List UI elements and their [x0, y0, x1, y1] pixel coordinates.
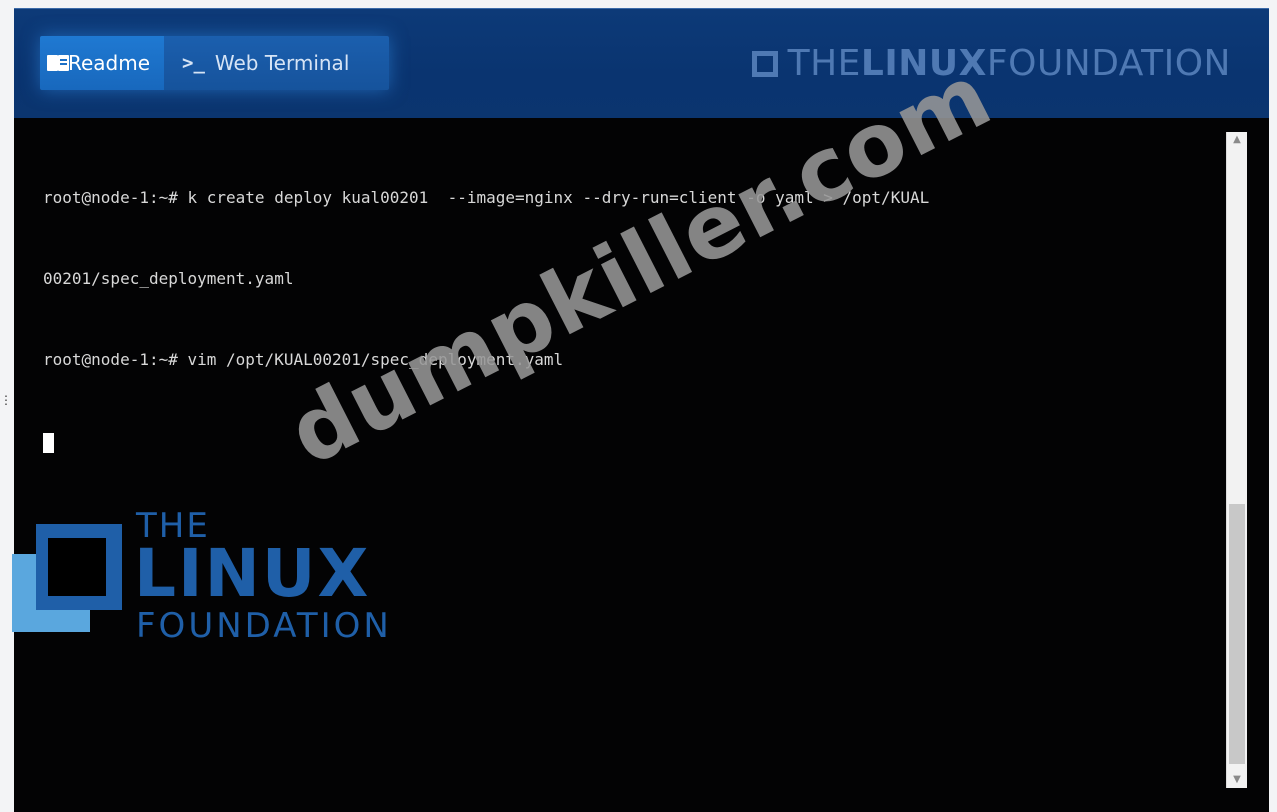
linux-foundation-brand: THE LINUX FOUNDATION	[751, 43, 1231, 84]
terminal-line: root@node-1:~# vim /opt/KUAL00201/spec_d…	[43, 350, 564, 369]
tab-readme[interactable]: Readme	[40, 36, 164, 90]
tab-web-terminal-label: Web Terminal	[214, 51, 350, 75]
brand-the: THE	[787, 43, 861, 84]
tab-web-terminal[interactable]: >_ Web Terminal	[164, 36, 389, 90]
tab-bar: Readme >_ Web Terminal	[40, 36, 389, 90]
brand-foundation: FOUNDATION	[986, 43, 1231, 84]
terminal-cursor-line	[43, 427, 1213, 454]
linux-foundation-logo: THE LINUX FOUNDATION	[6, 504, 446, 646]
scroll-up-arrow-icon[interactable]: ▲	[1227, 132, 1247, 148]
brand-square-icon	[751, 50, 778, 77]
tab-readme-label: Readme	[68, 51, 151, 75]
terminal-line: root@node-1:~# k create deploy kual00201…	[43, 188, 930, 207]
logo-word-linux: LINUX	[134, 535, 371, 612]
screen-frame: ⋮ Readme >_ Web Terminal THE LINUX FOUND…	[0, 0, 1277, 812]
resize-handle[interactable]: ⋮	[0, 394, 12, 435]
scroll-down-arrow-icon[interactable]: ▼	[1227, 772, 1247, 788]
scrollbar-thumb[interactable]	[1229, 504, 1245, 764]
terminal-scrollbar[interactable]: ▲ ▼	[1226, 132, 1247, 788]
linux-foundation-mark-icon	[12, 524, 122, 632]
logo-word-foundation: FOUNDATION	[136, 606, 392, 646]
terminal-cursor	[43, 432, 54, 453]
header-bar: Readme >_ Web Terminal THE LINUX FOUNDAT…	[14, 8, 1269, 119]
terminal-prompt-icon: >_	[182, 52, 205, 74]
